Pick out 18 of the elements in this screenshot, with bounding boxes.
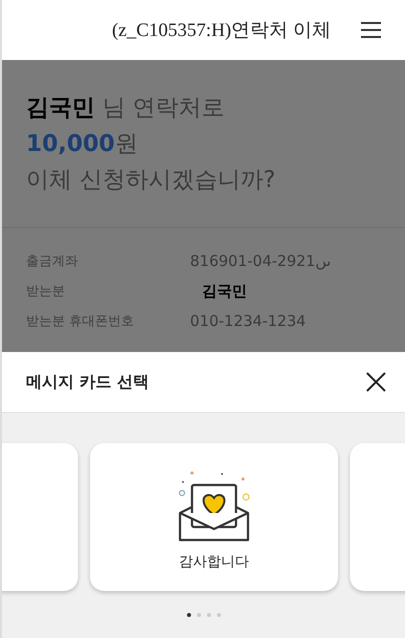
menu-icon[interactable] xyxy=(361,22,381,38)
detail-label: 출금계좌 xyxy=(26,253,79,270)
detail-value: 김국민 xyxy=(201,282,248,300)
detail-value: 010-1234-1234 xyxy=(190,312,307,330)
page-dot[interactable] xyxy=(216,613,220,617)
question-text: 이체 신청하시겠습니까? xyxy=(26,166,277,195)
sheet-title: 메시지 카드 선택 xyxy=(26,372,150,392)
amount-text: 10,000원 xyxy=(26,130,139,159)
page-dot[interactable] xyxy=(206,613,210,617)
page-dot[interactable] xyxy=(196,613,200,617)
message-card[interactable]: 감사합니다 xyxy=(90,443,338,591)
page-dot[interactable] xyxy=(186,613,190,617)
page-title: (z_C105357:H)연락처 이체 xyxy=(112,19,331,43)
headline-text: 김국민 님 연락처로 xyxy=(26,94,226,123)
detail-label: 받는분 xyxy=(26,283,66,300)
close-icon[interactable] xyxy=(365,371,387,393)
detail-label: 받는분 휴대폰번호 xyxy=(26,313,136,330)
detail-value: 816901-04-2921ںں xyxy=(190,252,332,270)
